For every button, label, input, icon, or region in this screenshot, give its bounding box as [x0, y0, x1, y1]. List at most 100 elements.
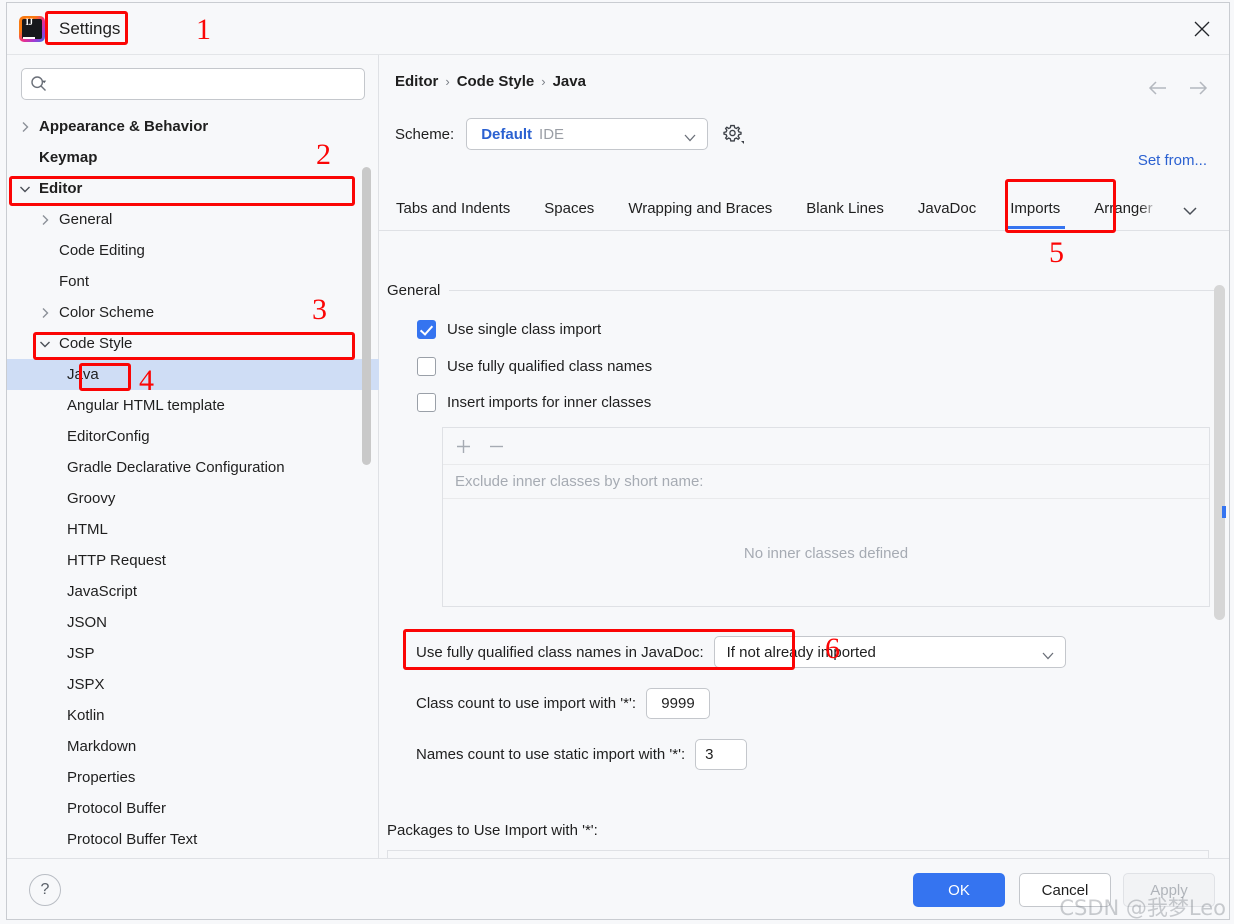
- sidebar-item-appearance-behavior[interactable]: Appearance & Behavior: [7, 111, 379, 142]
- help-button[interactable]: ?: [29, 874, 61, 906]
- breadcrumb: Editor › Code Style › Java: [395, 73, 586, 90]
- breadcrumb-editor[interactable]: Editor: [395, 73, 438, 90]
- sidebar-item-label: General: [59, 211, 113, 228]
- navigation-arrows: [1147, 79, 1209, 97]
- chevron-down-icon: [684, 130, 696, 148]
- sidebar-item-label: Code Editing: [59, 242, 145, 259]
- sidebar-item-gradle-declarative-configuration[interactable]: Gradle Declarative Configuration: [7, 452, 379, 483]
- tab-wrapping-and-braces[interactable]: Wrapping and Braces: [611, 188, 789, 229]
- breadcrumb-separator-1: ›: [445, 74, 450, 89]
- tab-tabs-and-indents[interactable]: Tabs and Indents: [379, 188, 527, 229]
- sidebar-item-java[interactable]: Java: [7, 359, 379, 390]
- general-group-title: General: [387, 282, 441, 299]
- chevron-right-icon[interactable]: [37, 305, 53, 321]
- sidebar-item-json[interactable]: JSON: [7, 607, 379, 638]
- sidebar-item-label: JSP: [67, 645, 95, 662]
- names-count-input[interactable]: 3: [695, 739, 748, 770]
- sidebar-item-jspx[interactable]: JSPX: [7, 669, 379, 700]
- sidebar-item-label: HTML: [67, 521, 108, 538]
- apply-button[interactable]: Apply: [1123, 873, 1215, 907]
- inner-classes-panel: Exclude inner classes by short name: No …: [442, 427, 1210, 607]
- checkbox-box[interactable]: [417, 357, 436, 376]
- imports-settings-content: General Use single class import Use full…: [379, 230, 1229, 860]
- settings-sidebar: Appearance & Behavior Keymap Editor General…: [7, 55, 379, 860]
- group-divider: [449, 290, 1219, 291]
- sidebar-item-editorconfig[interactable]: EditorConfig: [7, 421, 379, 452]
- sidebar-item-label: Appearance & Behavior: [39, 118, 209, 135]
- breadcrumb-code-style[interactable]: Code Style: [457, 73, 535, 90]
- sidebar-item-angular-html-template[interactable]: Angular HTML template: [7, 390, 379, 421]
- javadoc-fqn-dropdown[interactable]: If not already imported: [713, 636, 1066, 668]
- sidebar-item-label: Editor: [39, 180, 83, 197]
- sidebar-item-protocol-buffer-text[interactable]: Protocol Buffer Text: [7, 824, 379, 855]
- set-from-link[interactable]: Set from...: [1138, 152, 1207, 169]
- gear-icon[interactable]: [722, 123, 745, 145]
- chevron-down-icon[interactable]: [37, 336, 53, 352]
- scheme-value: Default: [481, 125, 533, 143]
- tab-label: Imports: [1010, 200, 1061, 217]
- sidebar-item-label: Protocol Buffer: [67, 800, 166, 817]
- scrollbar-position-marker: [1222, 506, 1226, 518]
- tab-spaces[interactable]: Spaces: [527, 188, 611, 229]
- settings-dialog: IJ Settings Appearance & Behavior Keymap…: [6, 2, 1230, 920]
- back-arrow-icon[interactable]: [1147, 79, 1169, 97]
- sidebar-item-jsp[interactable]: JSP: [7, 638, 379, 669]
- sidebar-item-general[interactable]: General: [7, 204, 379, 235]
- general-group-header: General: [387, 282, 1219, 299]
- sidebar-item-editor[interactable]: Editor: [7, 173, 379, 204]
- tab-javadoc[interactable]: JavaDoc: [901, 188, 993, 229]
- close-icon[interactable]: [1185, 13, 1219, 45]
- search-input[interactable]: [21, 68, 365, 100]
- inner-classes-toolbar: [443, 428, 1209, 465]
- cancel-button[interactable]: Cancel: [1019, 873, 1111, 907]
- remove-icon[interactable]: [488, 438, 505, 455]
- scheme-dropdown[interactable]: Default IDE: [466, 118, 709, 150]
- checkbox-use-fully-qualified-class-names[interactable]: Use fully qualified class names: [417, 357, 652, 376]
- tab-fade-overlay: [1139, 188, 1162, 229]
- sidebar-item-label: JavaScript: [67, 583, 138, 600]
- sidebar-scrollbar-thumb[interactable]: [362, 167, 371, 465]
- sidebar-item-javascript[interactable]: JavaScript: [7, 576, 379, 607]
- checkbox-use-single-class-import[interactable]: Use single class import: [417, 320, 601, 339]
- sidebar-item-keymap[interactable]: Keymap: [7, 142, 379, 173]
- tab-arranger[interactable]: Arranger: [1077, 188, 1169, 229]
- class-count-label: Class count to use import with '*':: [416, 695, 636, 712]
- sidebar-item-markdown[interactable]: Markdown: [7, 731, 379, 762]
- javadoc-fqn-row: Use fully qualified class names in JavaD…: [416, 636, 1066, 668]
- checkbox-box[interactable]: [417, 393, 436, 412]
- checkbox-label: Use single class import: [447, 321, 602, 338]
- sidebar-item-label: Font: [59, 273, 90, 290]
- sidebar-item-kotlin[interactable]: Kotlin: [7, 700, 379, 731]
- content-scrollbar-thumb[interactable]: [1214, 285, 1225, 620]
- ok-button[interactable]: OK: [913, 873, 1005, 907]
- checkbox-insert-imports-for-inner-classes[interactable]: Insert imports for inner classes: [417, 393, 651, 412]
- sidebar-item-label: EditorConfig: [67, 428, 150, 445]
- sidebar-item-font[interactable]: Font: [7, 266, 379, 297]
- class-count-input[interactable]: 9999: [645, 688, 710, 719]
- sidebar-item-label: Java: [67, 366, 99, 383]
- screenshot-root: IJ Settings Appearance & Behavior Keymap…: [0, 0, 1234, 924]
- sidebar-item-color-scheme[interactable]: Color Scheme: [7, 297, 379, 328]
- sidebar-item-groovy[interactable]: Groovy: [7, 483, 379, 514]
- chevron-right-icon[interactable]: [17, 119, 33, 135]
- sidebar-item-http-request[interactable]: HTTP Request: [7, 545, 379, 576]
- sidebar-item-html[interactable]: HTML: [7, 514, 379, 545]
- tabs-overflow-chevron-icon[interactable]: [1181, 202, 1199, 220]
- add-icon[interactable]: [455, 438, 472, 455]
- packages-section-title: Packages to Use Import with '*':: [387, 822, 598, 839]
- chevron-down-icon[interactable]: [17, 181, 33, 197]
- search-icon: [30, 75, 48, 93]
- tab-blank-lines[interactable]: Blank Lines: [789, 188, 901, 229]
- sidebar-item-code-style[interactable]: Code Style: [7, 328, 379, 359]
- tab-imports[interactable]: Imports: [993, 188, 1077, 229]
- forward-arrow-icon[interactable]: [1187, 79, 1209, 97]
- sidebar-item-protocol-buffer[interactable]: Protocol Buffer: [7, 793, 379, 824]
- sidebar-item-label: Gradle Declarative Configuration: [67, 459, 285, 476]
- sidebar-item-properties[interactable]: Properties: [7, 762, 379, 793]
- checkbox-box[interactable]: [417, 320, 436, 339]
- sidebar-item-code-editing[interactable]: Code Editing: [7, 235, 379, 266]
- inner-classes-empty-message: No inner classes defined: [743, 544, 909, 562]
- javadoc-fqn-label: Use fully qualified class names in JavaD…: [416, 643, 704, 661]
- settings-tabs: Tabs and Indents Spaces Wrapping and Brace…: [379, 188, 1229, 231]
- chevron-right-icon[interactable]: [37, 212, 53, 228]
